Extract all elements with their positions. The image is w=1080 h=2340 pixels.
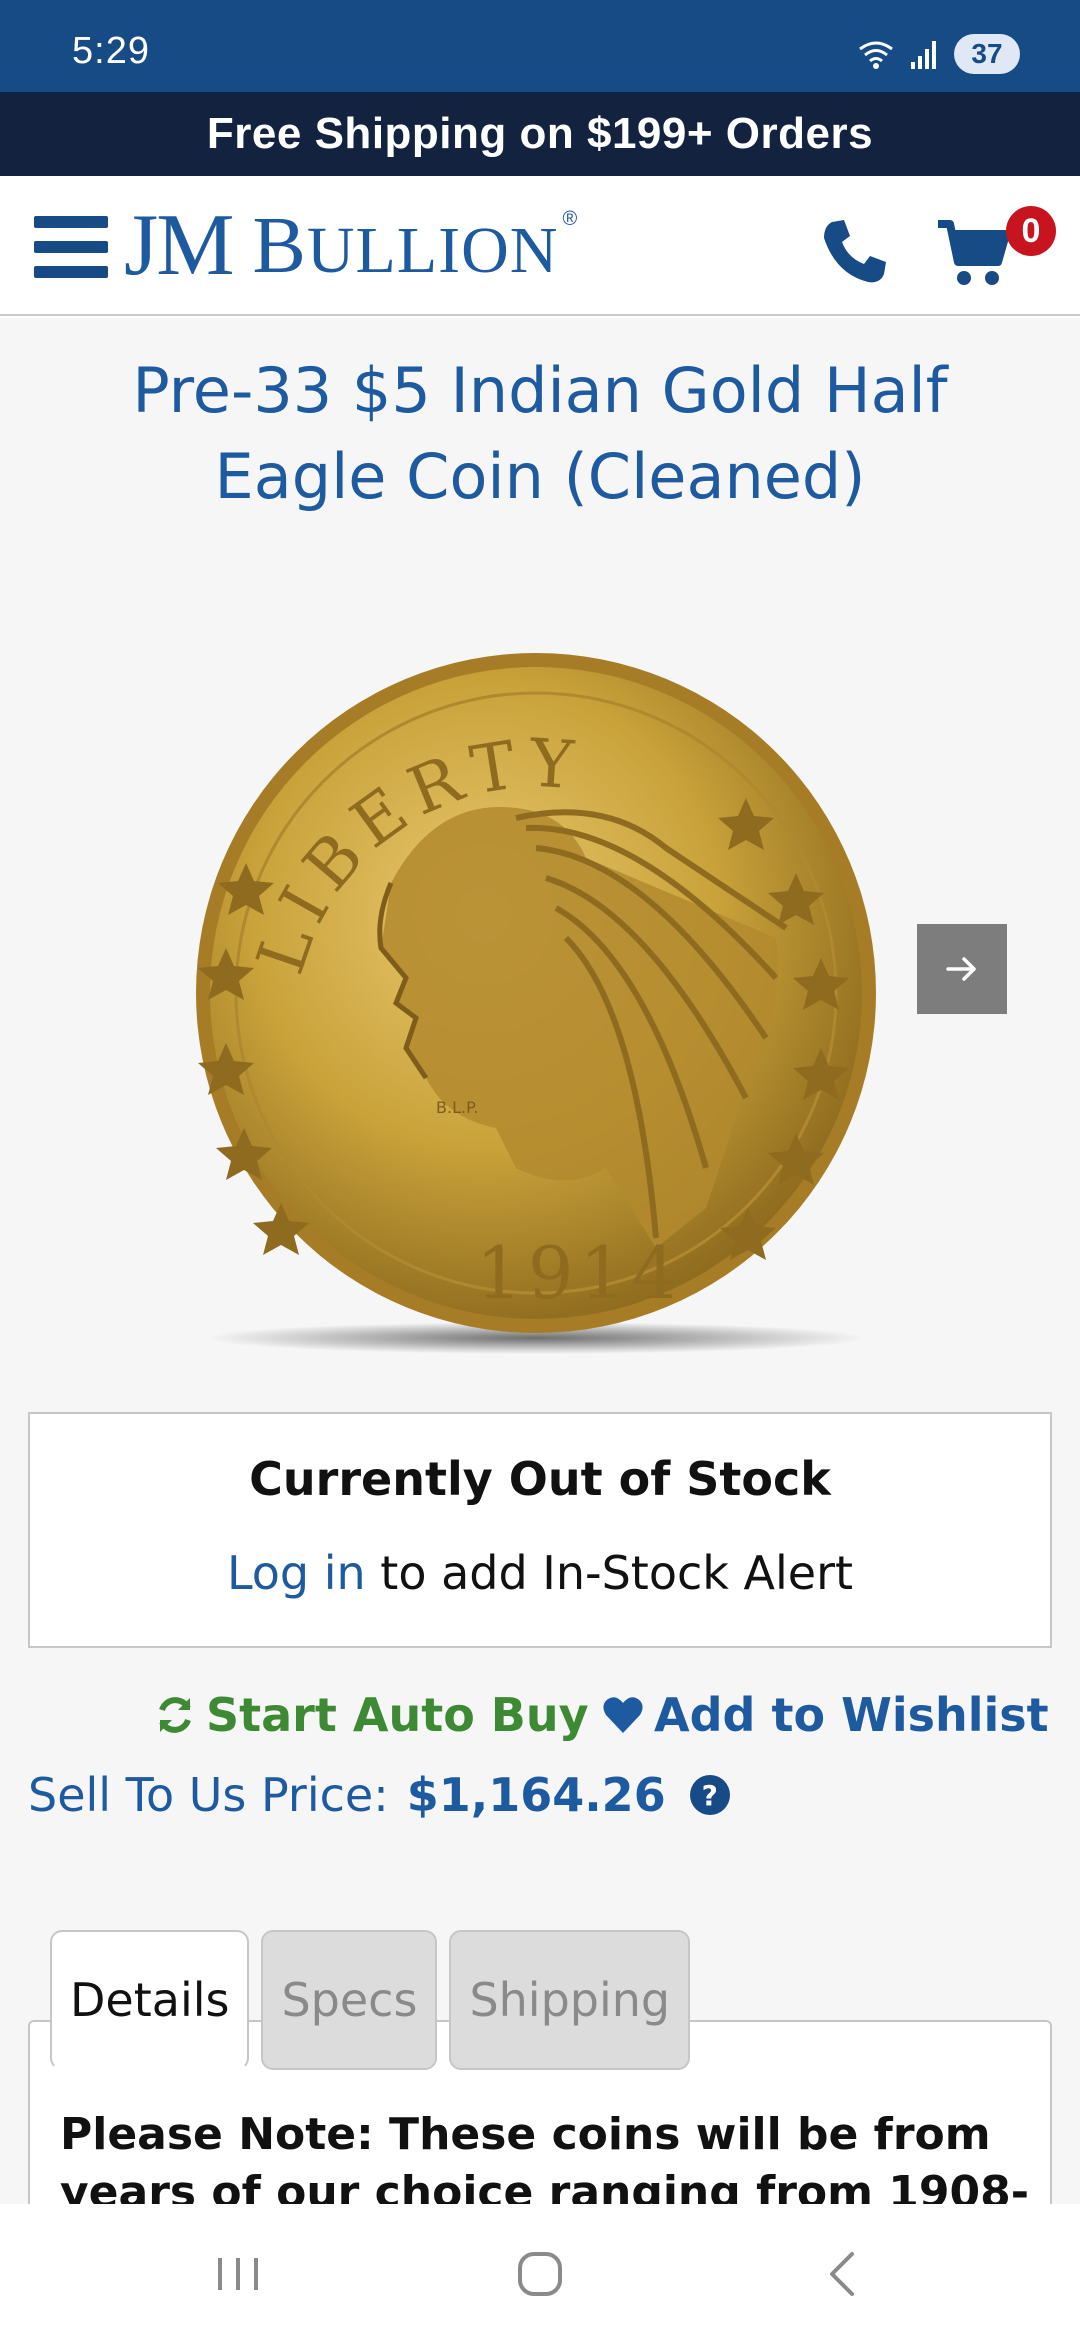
site-header: JM BULLION ® 0 <box>0 176 1080 316</box>
arrow-right-icon <box>946 957 976 981</box>
wifi-icon <box>859 41 893 69</box>
coin-image: LIBERTY B.L.P. 1914 <box>196 653 876 1354</box>
menu-bar <box>34 266 108 278</box>
cart-count-badge: 0 <box>1006 206 1056 256</box>
stock-status-box: Currently Out of Stock Log in to add In-… <box>28 1412 1052 1648</box>
product-actions: Start Auto Buy Add to Wishlist <box>0 1678 1080 1758</box>
heart-icon <box>603 1697 643 1733</box>
product-tabs: Details Specs Shipping <box>50 1930 691 2070</box>
tab-details[interactable]: Details <box>50 1930 250 2070</box>
signal-icon <box>911 41 936 69</box>
sell-price-label: Sell To Us Price: <box>28 1768 389 1822</box>
status-icons: 37 <box>856 32 1020 76</box>
sell-to-us-price: Sell To Us Price: $1,164.26 ? <box>28 1768 730 1822</box>
refresh-icon <box>159 1697 191 1733</box>
logo-mono: JM <box>124 197 234 294</box>
add-to-wishlist-label: Add to Wishlist <box>654 1688 1049 1742</box>
menu-bar <box>34 216 108 228</box>
jm-bullion-logo[interactable]: JM BULLION ® <box>124 196 577 296</box>
add-to-wishlist-button[interactable]: Add to Wishlist <box>602 1688 1049 1742</box>
home-icon[interactable] <box>510 2244 570 2304</box>
coin-year: 1914 <box>476 1231 683 1315</box>
gallery-next-button[interactable] <box>917 924 1007 1014</box>
sell-price-amount: $1,164.26 <box>406 1768 666 1822</box>
promo-banner[interactable]: Free Shipping on $199+ Orders <box>0 92 1080 176</box>
stock-alert-suffix: to add In-Stock Alert <box>365 1546 854 1600</box>
login-link[interactable]: Log in <box>227 1546 366 1600</box>
menu-icon[interactable] <box>34 216 108 278</box>
logo-word: BULLION <box>253 196 559 301</box>
logo-registered: ® <box>562 208 578 230</box>
logo-word-rest: ULLION <box>306 214 559 287</box>
help-icon[interactable]: ? <box>689 1775 730 1815</box>
recent-apps-icon[interactable] <box>208 2244 268 2304</box>
start-auto-buy-label: Start Auto Buy <box>206 1688 589 1742</box>
tab-specs[interactable]: Specs <box>261 1930 438 2070</box>
stock-status: Currently Out of Stock <box>249 1452 831 1506</box>
status-time: 5:29 <box>72 30 150 72</box>
cart-button[interactable]: 0 <box>936 206 1056 296</box>
details-text: Please Note: These coins will be from ye… <box>60 2109 1030 2204</box>
status-bar: 5:29 37 <box>0 0 1080 92</box>
tab-shipping[interactable]: Shipping <box>449 1930 691 2070</box>
battery-icon: 37 <box>954 34 1020 74</box>
stock-alert-text: Log in to add In-Stock Alert <box>30 1546 1050 1600</box>
phone-icon[interactable] <box>818 216 890 288</box>
product-page: Pre-33 $5 Indian Gold Half Eagle Coin (C… <box>0 318 1080 2204</box>
product-title: Pre-33 $5 Indian Gold Half Eagle Coin (C… <box>132 354 948 513</box>
start-auto-buy-button[interactable]: Start Auto Buy <box>154 1688 589 1742</box>
menu-bar <box>34 241 108 253</box>
cart-icon <box>938 220 1010 285</box>
logo-word-first: B <box>252 202 307 290</box>
back-icon[interactable] <box>814 2244 874 2304</box>
coin-initials: B.L.P. <box>436 1098 478 1117</box>
system-nav-bar <box>0 2204 1080 2340</box>
